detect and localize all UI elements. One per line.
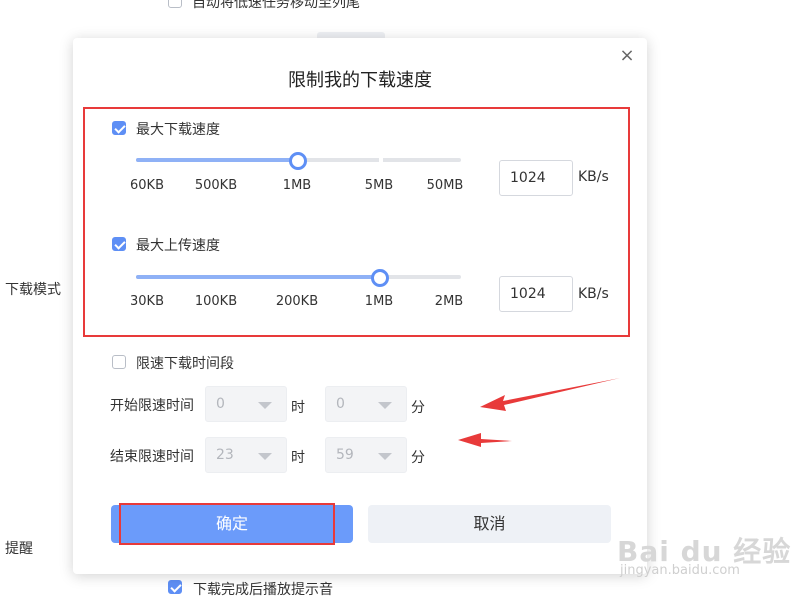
annotation-arrows xyxy=(458,378,620,447)
annotation-arrow-start-time xyxy=(480,378,620,411)
annotation-arrow-end-time xyxy=(458,433,512,447)
watermark-url: jingyan.baidu.com xyxy=(620,563,740,578)
